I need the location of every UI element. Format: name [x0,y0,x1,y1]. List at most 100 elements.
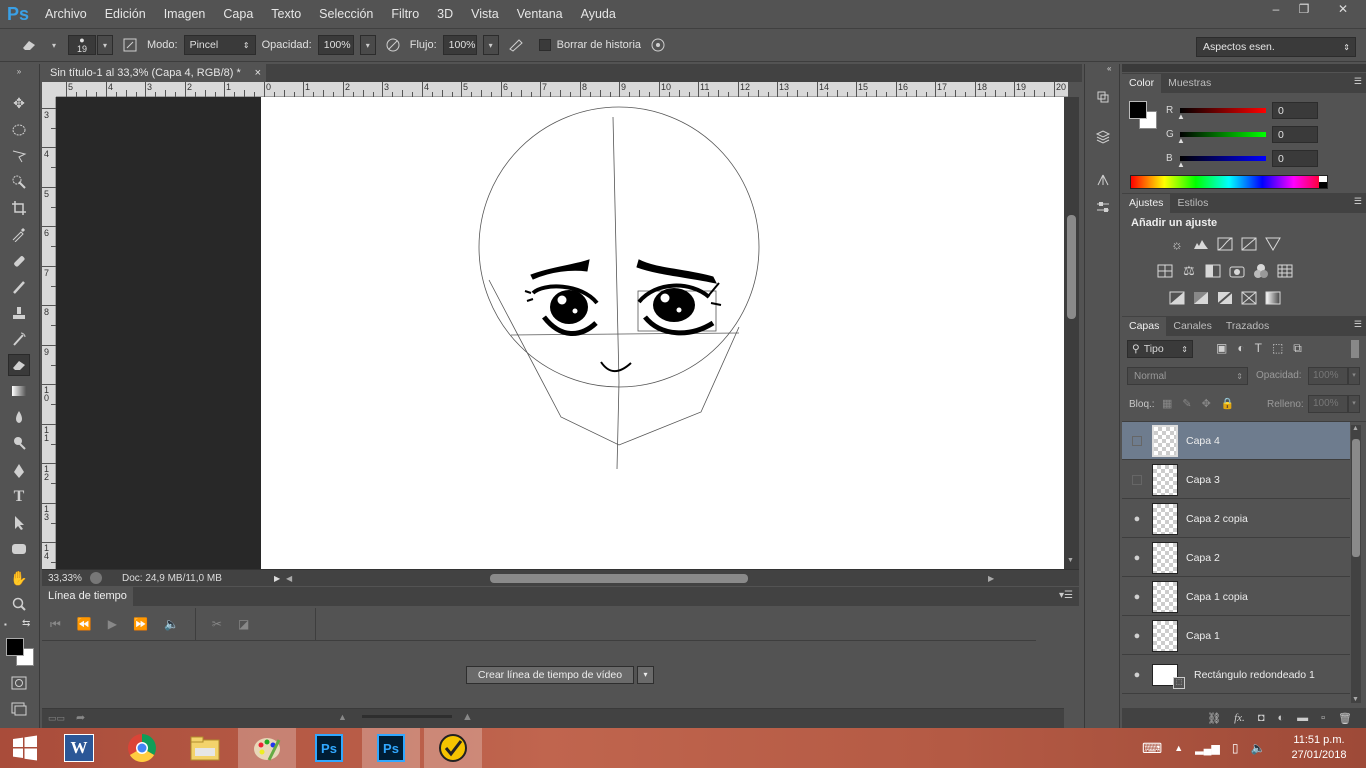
photoshop-taskbar-icon[interactable]: Ps [300,728,358,768]
clone-stamp-icon[interactable] [8,302,30,324]
add-mask-icon[interactable]: ◘ [1258,712,1265,724]
layer-opacity-input[interactable]: 100% [1308,367,1348,385]
layer-row[interactable]: ● Capa 1 [1122,617,1350,655]
play-icon[interactable]: ▶ [108,617,117,631]
filter-smart-object-icon[interactable]: ⧉ [1293,341,1302,356]
tool-presets-icon[interactable] [1094,198,1112,216]
layer-row[interactable]: ● Capa 2 copia [1122,500,1350,538]
gradient-map-icon[interactable] [1264,290,1282,306]
slider-handle-icon[interactable]: ▲ [1177,112,1185,121]
norton-taskbar-icon[interactable] [424,728,482,768]
blend-mode-select[interactable]: Normal ⇕ [1127,367,1248,385]
trash-icon[interactable]: 🗑 [1338,712,1352,725]
collapse-panels-icon[interactable]: « [1107,64,1111,73]
filter-shape-icon[interactable]: ⬚ [1272,341,1283,356]
selective-color-icon[interactable] [1240,290,1258,306]
vertical-scrollbar[interactable]: ▼ [1064,97,1079,569]
eye-icon[interactable]: ● [1122,513,1152,525]
layer-row[interactable]: ● Capa 2 [1122,539,1350,577]
menu-capa[interactable]: Capa [214,0,262,28]
red-value-input[interactable]: 0 [1272,102,1318,119]
crop-tool-icon[interactable] [8,197,30,219]
hsl-icon[interactable] [1156,263,1174,279]
adjustment-layer-icon[interactable]: ◐ [1277,712,1284,724]
tab-swatches[interactable]: Muestras [1161,74,1218,93]
visibility-toggle[interactable] [1122,474,1152,485]
new-layer-icon[interactable]: ▫ [1321,712,1325,724]
color-spectrum-bar[interactable] [1130,175,1328,189]
eye-icon[interactable]: ● [1122,669,1152,681]
brightness-icon[interactable]: ☼ [1168,236,1186,252]
scroll-down-icon[interactable]: ▼ [1352,696,1359,703]
levels-icon[interactable] [1192,236,1210,252]
fill-input[interactable]: 100% [1308,395,1348,413]
layer-row[interactable]: ● ⬚ Rectángulo redondeado 1 [1122,656,1350,694]
lock-position-icon[interactable]: ✥ [1202,397,1211,410]
healing-brush-icon[interactable] [8,250,30,272]
blue-value-input[interactable]: 0 [1272,150,1318,167]
minimize-button[interactable]: – [1262,0,1290,18]
menu-imagen[interactable]: Imagen [155,0,215,28]
brush-picker-dropdown[interactable]: ▾ [97,35,113,55]
blue-slider[interactable]: ▲ [1177,156,1266,169]
keyboard-icon[interactable]: ⌨ [1142,740,1162,757]
green-slider[interactable]: ▲ [1177,132,1266,145]
word-taskbar-icon[interactable]: W [50,728,108,768]
clock[interactable]: 11:51 p.m. 27/01/2018 [1282,728,1356,768]
chrome-taskbar-icon[interactable] [113,728,171,768]
battery-icon[interactable]: ▯ [1232,741,1239,755]
brush-size-picker[interactable]: ● 19 [68,35,96,55]
eye-icon[interactable]: ● [1122,591,1152,603]
brush-panel-icon[interactable] [119,34,141,56]
menu-texto[interactable]: Texto [262,0,310,28]
tab-color[interactable]: Color [1122,74,1162,93]
filter-type-icon[interactable]: T [1255,341,1262,356]
fx-icon[interactable]: fx. [1234,712,1245,724]
default-colors-icon[interactable]: ▪ [4,620,7,629]
panel-menu-icon[interactable]: ▾☰ [1059,590,1073,601]
history-panel-icon[interactable] [1094,88,1112,106]
lasso-tool-icon[interactable] [8,145,30,167]
threshold-icon[interactable] [1216,290,1234,306]
prev-frame-icon[interactable]: ⏪ [77,617,92,631]
menu-filtro[interactable]: Filtro [382,0,428,28]
foreground-color-swatch[interactable] [6,638,24,656]
tab-styles[interactable]: Estilos [1170,194,1215,213]
scroll-left-icon[interactable]: ◀ [286,574,298,583]
horizontal-scrollbar[interactable] [298,572,988,585]
scroll-right-icon[interactable]: ▶ [988,574,994,583]
close-tab-icon[interactable]: × [255,64,261,82]
close-window-button[interactable]: ✕ [1326,0,1360,18]
tab-adjustments[interactable]: Ajustes [1122,194,1171,213]
move-tool-icon[interactable]: ✥ [8,92,30,114]
menu-ventana[interactable]: Ventana [508,0,572,28]
collapse-toolbox-icon[interactable]: » [8,66,30,76]
eyedropper-icon[interactable] [8,223,30,245]
airbrush-icon[interactable] [505,34,527,56]
pen-tool-icon[interactable] [8,460,30,482]
pressure-opacity-icon[interactable] [382,34,404,56]
horizontal-scroll-thumb[interactable] [490,573,748,583]
scroll-down-icon[interactable]: ▼ [1067,557,1074,564]
eraser-tool-icon[interactable] [8,354,30,376]
slider-handle-icon[interactable]: ▲ [1177,160,1185,169]
foreground-color-swatch[interactable] [1129,101,1147,119]
export-icon[interactable] [90,572,102,584]
timeline-zoom-slider[interactable] [362,715,452,718]
erase-history-checkbox[interactable] [538,39,551,51]
screen-mode-icon[interactable] [8,698,30,720]
slider-handle-icon[interactable]: ▲ [1177,136,1185,145]
status-menu-arrow-icon[interactable]: ▶ [274,574,286,583]
posterize-icon[interactable] [1192,290,1210,306]
menu-archivo[interactable]: Archivo [36,0,96,28]
filter-toggle-switch[interactable] [1351,340,1359,358]
brush-tool-icon[interactable] [8,276,30,298]
canvas[interactable] [261,97,1064,569]
path-selection-icon[interactable] [8,512,30,534]
red-slider[interactable]: ▲ [1177,108,1266,121]
show-hidden-icons-icon[interactable]: ▲ [1174,743,1183,753]
timeline-title[interactable]: Línea de tiempo [42,587,133,606]
channel-mixer-icon[interactable] [1252,263,1270,279]
layers-scrollbar[interactable]: ▲ ▼ [1351,425,1361,703]
properties-panel-icon[interactable] [1094,128,1112,146]
